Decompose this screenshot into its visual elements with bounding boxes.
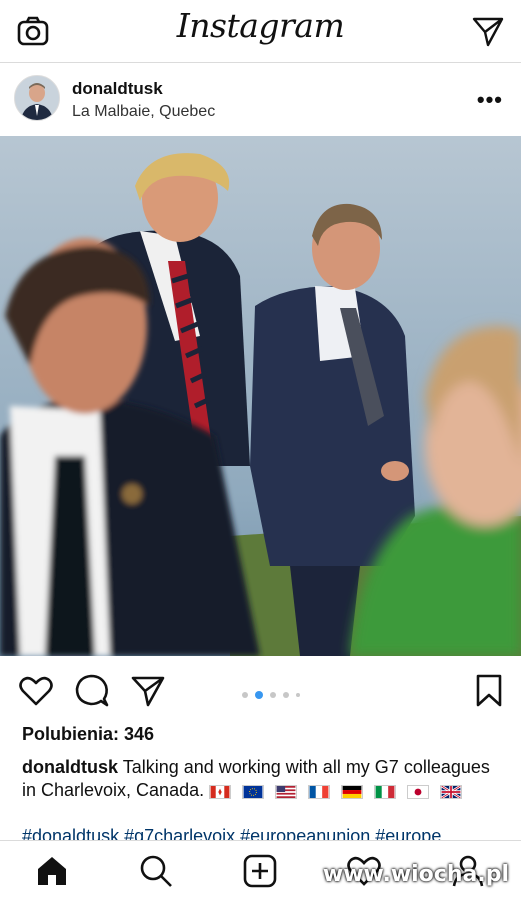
eu-flag <box>242 785 265 799</box>
avatar[interactable] <box>14 75 60 121</box>
carousel-dot <box>296 692 300 697</box>
post-actions <box>0 657 521 717</box>
share-icon[interactable] <box>130 673 166 709</box>
more-icon[interactable]: ••• <box>477 87 503 113</box>
comment-icon[interactable] <box>74 673 110 709</box>
likes-count[interactable]: Polubienia: 346 <box>22 724 154 745</box>
top-bar: Instagram <box>0 0 521 63</box>
post-photo[interactable] <box>0 136 521 656</box>
japan-flag <box>407 785 430 799</box>
send-icon[interactable] <box>471 14 505 48</box>
carousel-indicator <box>242 686 307 699</box>
france-flag <box>308 785 331 799</box>
carousel-dot-active <box>255 690 263 699</box>
heart-icon[interactable] <box>18 673 54 709</box>
usa-flag <box>275 785 298 799</box>
carousel-dot <box>270 691 276 698</box>
bookmark-icon[interactable] <box>471 673 507 709</box>
flag-emojis <box>209 780 468 803</box>
post-username[interactable]: donaldtusk <box>72 79 163 99</box>
home-icon[interactable] <box>34 853 70 889</box>
add-icon[interactable] <box>242 853 278 889</box>
germany-flag <box>341 785 364 799</box>
canada-flag <box>209 785 232 799</box>
watermark: www.wiocha.pl <box>322 862 509 887</box>
post-caption: donaldtusk Talking and working with all … <box>22 756 502 803</box>
carousel-dot <box>283 691 289 698</box>
carousel-dot <box>242 691 248 698</box>
search-icon[interactable] <box>138 853 174 889</box>
italy-flag <box>374 785 397 799</box>
app-logo: Instagram <box>176 6 345 45</box>
post-location[interactable]: La Malbaie, Quebec <box>72 103 215 121</box>
post-header: donaldtusk La Malbaie, Quebec ••• <box>0 63 521 135</box>
caption-username[interactable]: donaldtusk <box>22 757 118 777</box>
uk-flag <box>440 785 463 799</box>
